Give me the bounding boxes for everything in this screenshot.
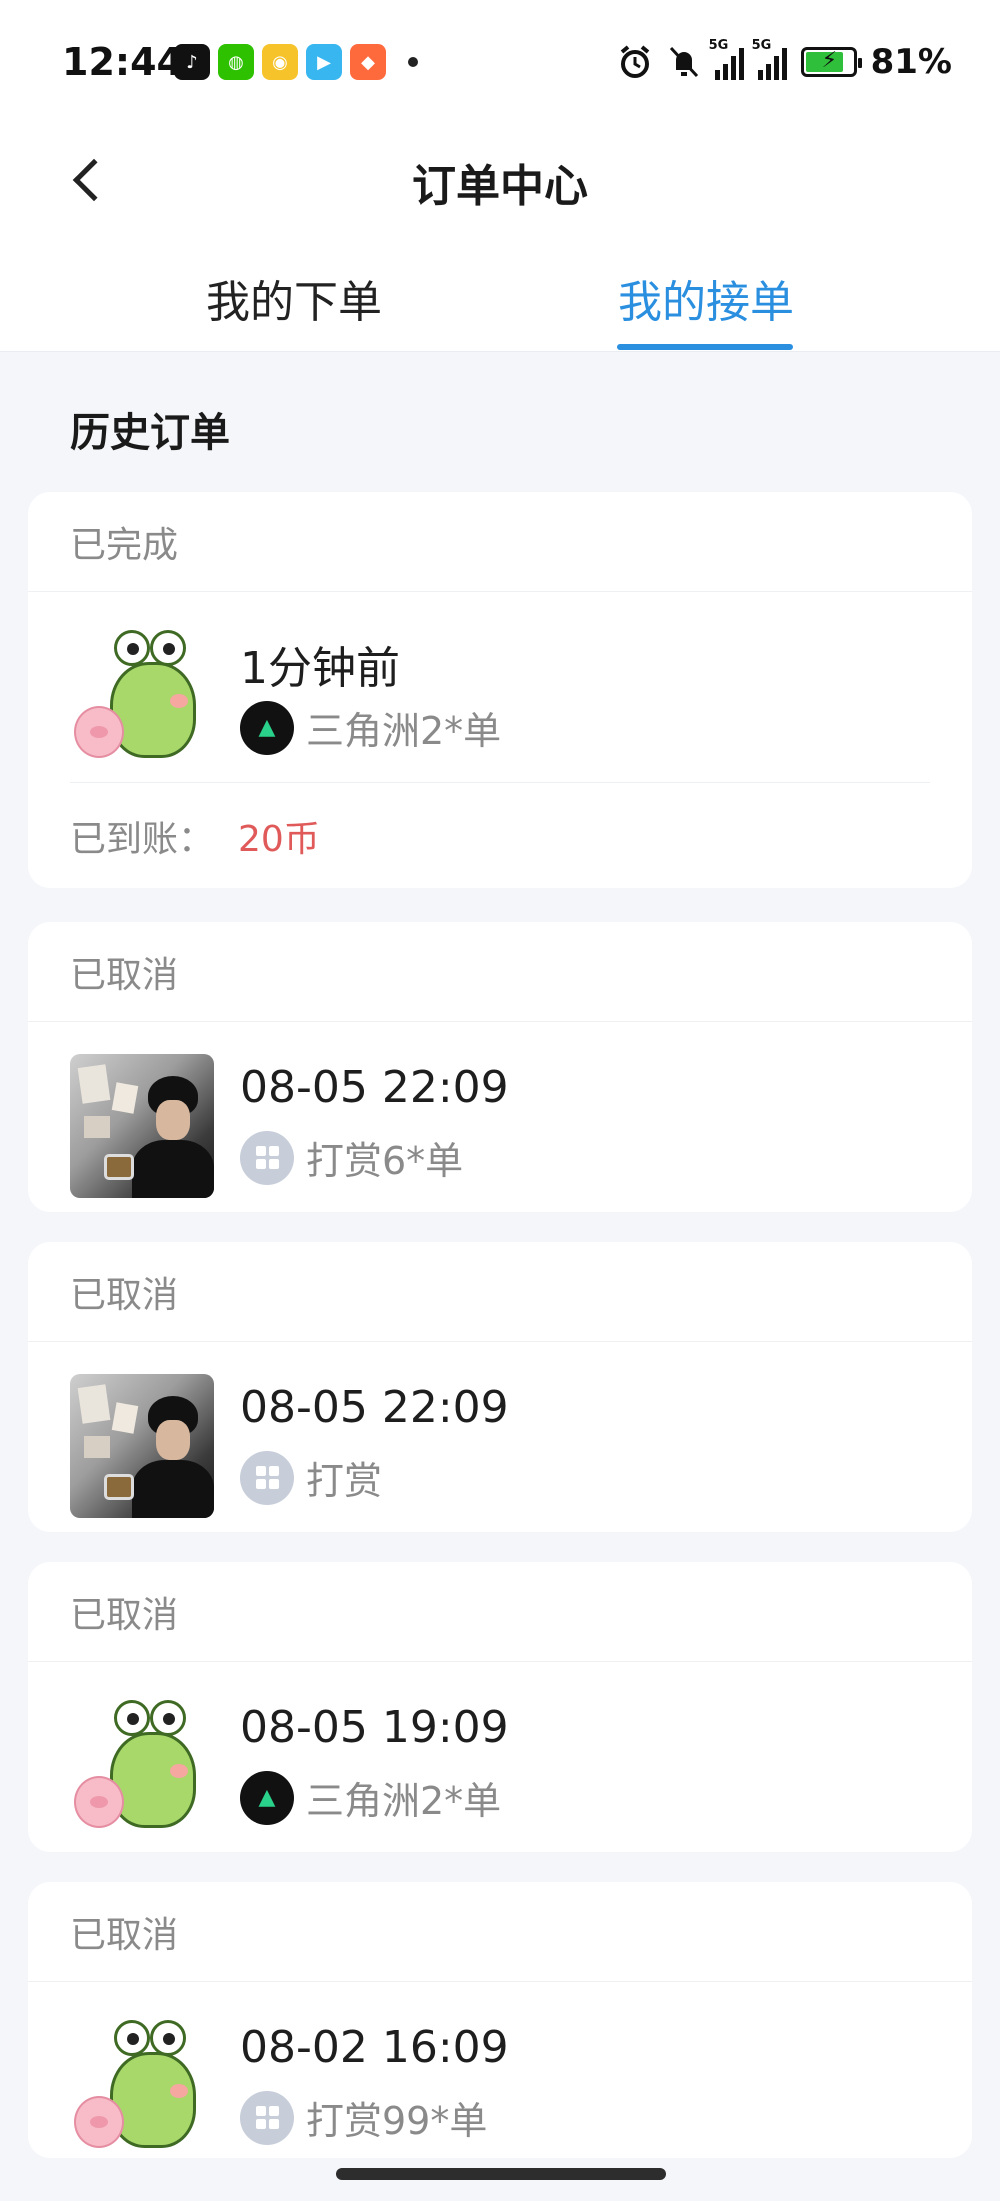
charging-battery-icon: ⚡ [800,47,862,77]
system-indicators: 5G 5G ⚡ 81% [617,38,952,82]
avatar [70,1054,214,1198]
avatar [70,1374,214,1518]
order-item-label: 三角洲2*单 [306,709,502,753]
frog-sticker-icon [110,1732,196,1828]
avatar [70,2014,214,2158]
grid-app-icon [240,1130,294,1185]
order-time: 1分钟前 [240,643,400,694]
order-card[interactable]: 已完成 1分钟前 ▲ 三角洲2*单 已到账： 20币 [28,492,972,888]
order-time: 08-05 22:09 [240,1062,509,1113]
order-card[interactable]: 已取消 08-05 22:09 打赏6*单 [28,922,972,1212]
order-status: 已取消 [28,922,972,1022]
order-body[interactable]: 08-05 22:09 打赏6*单 [28,1022,972,1212]
payment-label: 已到账： [70,818,215,860]
frog-sticker-icon [110,2052,196,2148]
order-item-label: 打赏6*单 [306,1139,464,1183]
home-indicator[interactable] [336,2168,666,2180]
tiktok-icon: ♪ [174,44,210,80]
status-bar: 12:44 ♪ ◍ ◉ ▶ ◆ 5G 5G ⚡ 81% [0,0,1000,120]
avatar [70,1694,214,1838]
grid-app-icon [240,1450,294,1505]
frog-sticker-icon [110,662,196,758]
order-item: ▲ 三角洲2*单 [240,1770,501,1825]
navigation-header: 订单中心 我的下单 我的接单 [0,120,1000,352]
5g-signal-icon: 5G [752,38,787,80]
order-body[interactable]: 1分钟前 ▲ 三角洲2*单 [28,592,972,782]
pig-sticker-icon [74,706,124,758]
order-item-label: 打赏99*单 [306,2099,488,2143]
active-tab-indicator [617,344,793,350]
video-app-icon: ▶ [306,44,342,80]
status-time: 12:44 [62,40,183,84]
delta-force-icon: ▲ [240,1770,294,1825]
pig-sticker-icon [74,1776,124,1828]
tab-my-accepted-orders[interactable]: 我的接单 [618,266,794,330]
weibo-icon: ◉ [262,44,298,80]
order-card[interactable]: 已取消 08-05 19:09 ▲ 三角洲2*单 [28,1562,972,1852]
order-time: 08-05 19:09 [240,1702,509,1753]
avatar [70,624,214,768]
order-item: 打赏 [240,1450,382,1505]
order-item-label: 三角洲2*单 [306,1779,502,1823]
shop-app-icon: ◆ [350,44,386,80]
notification-icons: ♪ ◍ ◉ ▶ ◆ [174,44,418,80]
order-time: 08-02 16:09 [240,2022,509,2073]
tab-my-orders[interactable]: 我的下单 [206,266,382,330]
order-status: 已取消 [28,1882,972,1982]
order-item: ▲ 三角洲2*单 [240,700,501,755]
order-body[interactable]: 08-02 16:09 打赏99*单 [28,1982,972,2158]
order-item: 打赏6*单 [240,1130,463,1185]
battery-percent: 81% [870,42,952,82]
grid-app-icon [240,2090,294,2145]
page-title: 订单中心 [412,161,588,212]
mute-bell-icon [669,46,698,78]
more-notifications-dot [408,57,418,67]
order-status: 已取消 [28,1242,972,1342]
order-payment: 已到账： 20币 [70,782,930,888]
alarm-icon [620,45,649,78]
wechat-icon: ◍ [218,44,254,80]
5g-signal-icon: 5G [709,38,744,80]
order-card[interactable]: 已取消 08-02 16:09 打赏99*单 [28,1882,972,2158]
order-time: 08-05 22:09 [240,1382,509,1433]
order-item-label: 打赏 [306,1459,383,1503]
order-status: 已完成 [28,492,972,592]
pig-sticker-icon [74,2096,124,2148]
order-status: 已取消 [28,1562,972,1662]
order-card[interactable]: 已取消 08-05 22:09 打赏 [28,1242,972,1532]
delta-force-icon: ▲ [240,700,294,755]
order-item: 打赏99*单 [240,2090,487,2145]
section-title: 历史订单 [70,410,230,456]
order-body[interactable]: 08-05 19:09 ▲ 三角洲2*单 [28,1662,972,1852]
payment-amount: 20币 [238,818,320,860]
order-body[interactable]: 08-05 22:09 打赏 [28,1342,972,1532]
